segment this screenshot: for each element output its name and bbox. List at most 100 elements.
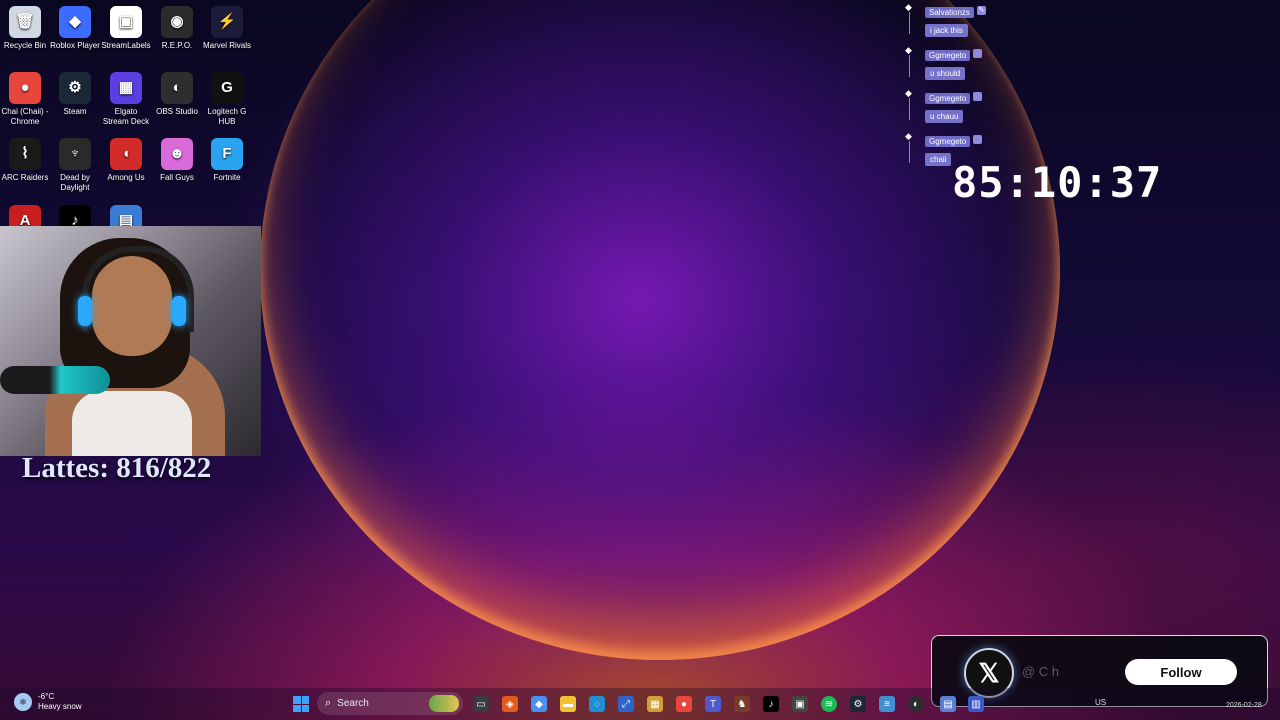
desktop-icon[interactable]: ⌇ ARC Raiders [0,138,50,183]
chat-message: ◆ Salvationzs ✎ i jack this [905,2,1025,38]
obs-icon: ◐ [161,72,193,104]
chrome-icon: ● [9,72,41,104]
follow-handle: @ C h [1022,664,1060,679]
desktop-icon[interactable]: ◖ Among Us [101,138,151,183]
desktop-icon[interactable]: F Fortnite [202,138,252,183]
desktop-icon-label: StreamLabels [101,41,151,50]
chat-message: ◆ Ggmegeto u chauu [905,88,1025,124]
desktop-icon[interactable]: ▣ StreamLabels [101,6,151,51]
brave-icon[interactable]: ◈ [502,696,518,712]
game-taskbar-icon[interactable]: ♞ [734,696,750,712]
chat-thread-line [909,12,910,34]
headset-ear-left [78,296,92,326]
chat-text: i jack this [925,24,968,37]
desktop-icon[interactable]: ◉ R.E.P.O. [152,6,202,51]
desktop-icon-label: ARC Raiders [1,173,49,182]
stream-deck-icon: ▦ [110,72,142,104]
search-highlight-icon [429,695,459,712]
chat-badge-icon [973,49,983,59]
chat-thread-line [909,55,910,77]
windows-logo-tile [301,704,309,712]
desktop-icon-label: Roblox Player [50,41,100,50]
desktop-icon-label: Fall Guys [160,173,194,182]
dead-by-daylight-icon: ♆ [59,138,91,170]
desktop-icon[interactable]: ♆ Dead by Daylight [50,138,100,193]
weather-widget[interactable]: ❄ -6°C Heavy snow [14,692,82,712]
desktop-icon[interactable]: ▦ Elgato Stream Deck [101,72,151,127]
app3-taskbar-icon[interactable]: ▥ [968,696,984,712]
desktop-icon[interactable]: ◆ Roblox Player [50,6,100,51]
desktop-icon-label: Chai (Chaii) - Chrome [1,107,49,126]
taskbar: ❄ -6°C Heavy snow ⌕ Search ▭ ◈ ◆ ▬ ◌ ⤢ ▦… [0,688,1280,720]
chat-text: u should [925,67,966,80]
desktop-icon[interactable]: ⚡ Marvel Rivals [202,6,252,51]
teams-icon[interactable]: T [705,696,721,712]
app2-taskbar-icon[interactable]: ▤ [940,696,956,712]
headset-ear-right [172,296,186,326]
fortnite-icon: F [211,138,243,170]
follow-button[interactable]: Follow [1125,659,1237,685]
chat-badge-icon: ✎ [976,6,986,16]
roblox-icon: ◆ [59,6,91,38]
subathon-timer: 85:10:37 [952,158,1163,207]
weather-icon: ❄ [14,693,32,711]
chat-message: ◆ Ggmegeto u should [905,45,1025,81]
chat-username: Ggmegeto [925,93,971,104]
desktop-icon-label: R.E.P.O. [161,41,193,50]
desktop-icon-label: Among Us [107,173,145,182]
task-view-icon[interactable]: ▭ [473,696,489,712]
desktop-icon-label: OBS Studio [156,107,198,116]
chrome-taskbar-icon[interactable]: ● [676,696,692,712]
desktop-icon[interactable]: ☻ Fall Guys [152,138,202,183]
store-icon[interactable]: ▦ [647,696,663,712]
chat-thread-line [909,141,910,163]
desktop-icon[interactable]: ● Chai (Chaii) - Chrome [0,72,50,127]
notepad-icon[interactable]: ≡ [879,696,895,712]
streamlabels-icon: ▣ [110,6,142,38]
tray-lang[interactable]: US [1095,698,1106,707]
desktop-icon-label: Marvel Rivals [202,41,251,50]
windows-logo-tile [301,696,309,704]
webcam-feed [0,226,261,456]
weather-desc: Heavy snow [38,702,82,711]
arc-raiders-icon: ⌇ [9,138,41,170]
chat-username: Ggmegeto [925,50,971,61]
desktop-icon-label: Logitech G HUB [207,107,247,126]
desktop-icon[interactable]: ◐ OBS Studio [152,72,202,117]
desktop-icon-label: Steam [63,107,87,116]
spotify-icon[interactable]: ≋ [821,696,837,712]
desktop-icon[interactable]: G Logitech G HUB [202,72,252,127]
desktop-icon-label: Elgato Stream Deck [102,107,150,126]
copilot-icon[interactable]: ◆ [531,696,547,712]
chat-thread-line [909,98,910,120]
desktop-icon-label: Dead by Daylight [60,173,90,192]
obs-taskbar-icon[interactable]: ◐ [908,696,924,712]
taskbar-date[interactable]: 2026-02-28 [1226,702,1262,709]
start-button[interactable] [293,696,309,712]
remote-icon[interactable]: ⤢ [618,696,634,712]
steam-taskbar-icon[interactable]: ⚙ [850,696,866,712]
steam-icon: ⚙ [59,72,91,104]
windows-logo-tile [293,696,301,704]
file-explorer-icon[interactable]: ▬ [560,696,576,712]
microphone [0,366,110,394]
taskbar-search[interactable]: ⌕ Search [317,692,463,715]
desktop-icon-label: Fortnite [213,173,241,182]
desktop-icon[interactable]: 🗑 Recycle Bin [0,6,50,51]
chat-overlay: ◆ Salvationzs ✎ i jack this ◆ Ggmegeto u shoul… [905,2,1025,174]
recycle-bin-icon: 🗑 [9,6,41,38]
chat-text: chaii [925,153,952,166]
desktop-icon[interactable]: ⚙ Steam [50,72,100,117]
streamer-top [72,391,192,456]
fall-guys-icon: ☻ [161,138,193,170]
search-label: Search [337,698,369,709]
logitech-icon: G [211,72,243,104]
edge-icon[interactable]: ◌ [589,696,605,712]
app-taskbar-icon[interactable]: ▣ [792,696,808,712]
tiktok-taskbar-icon[interactable]: ♪ [763,696,779,712]
chat-text: u chauu [925,110,964,123]
chat-username: Salvationzs [925,7,974,18]
windows-logo-tile [293,704,301,712]
lattes-counter: Lattes: 816/822 [22,452,212,484]
repo-icon: ◉ [161,6,193,38]
